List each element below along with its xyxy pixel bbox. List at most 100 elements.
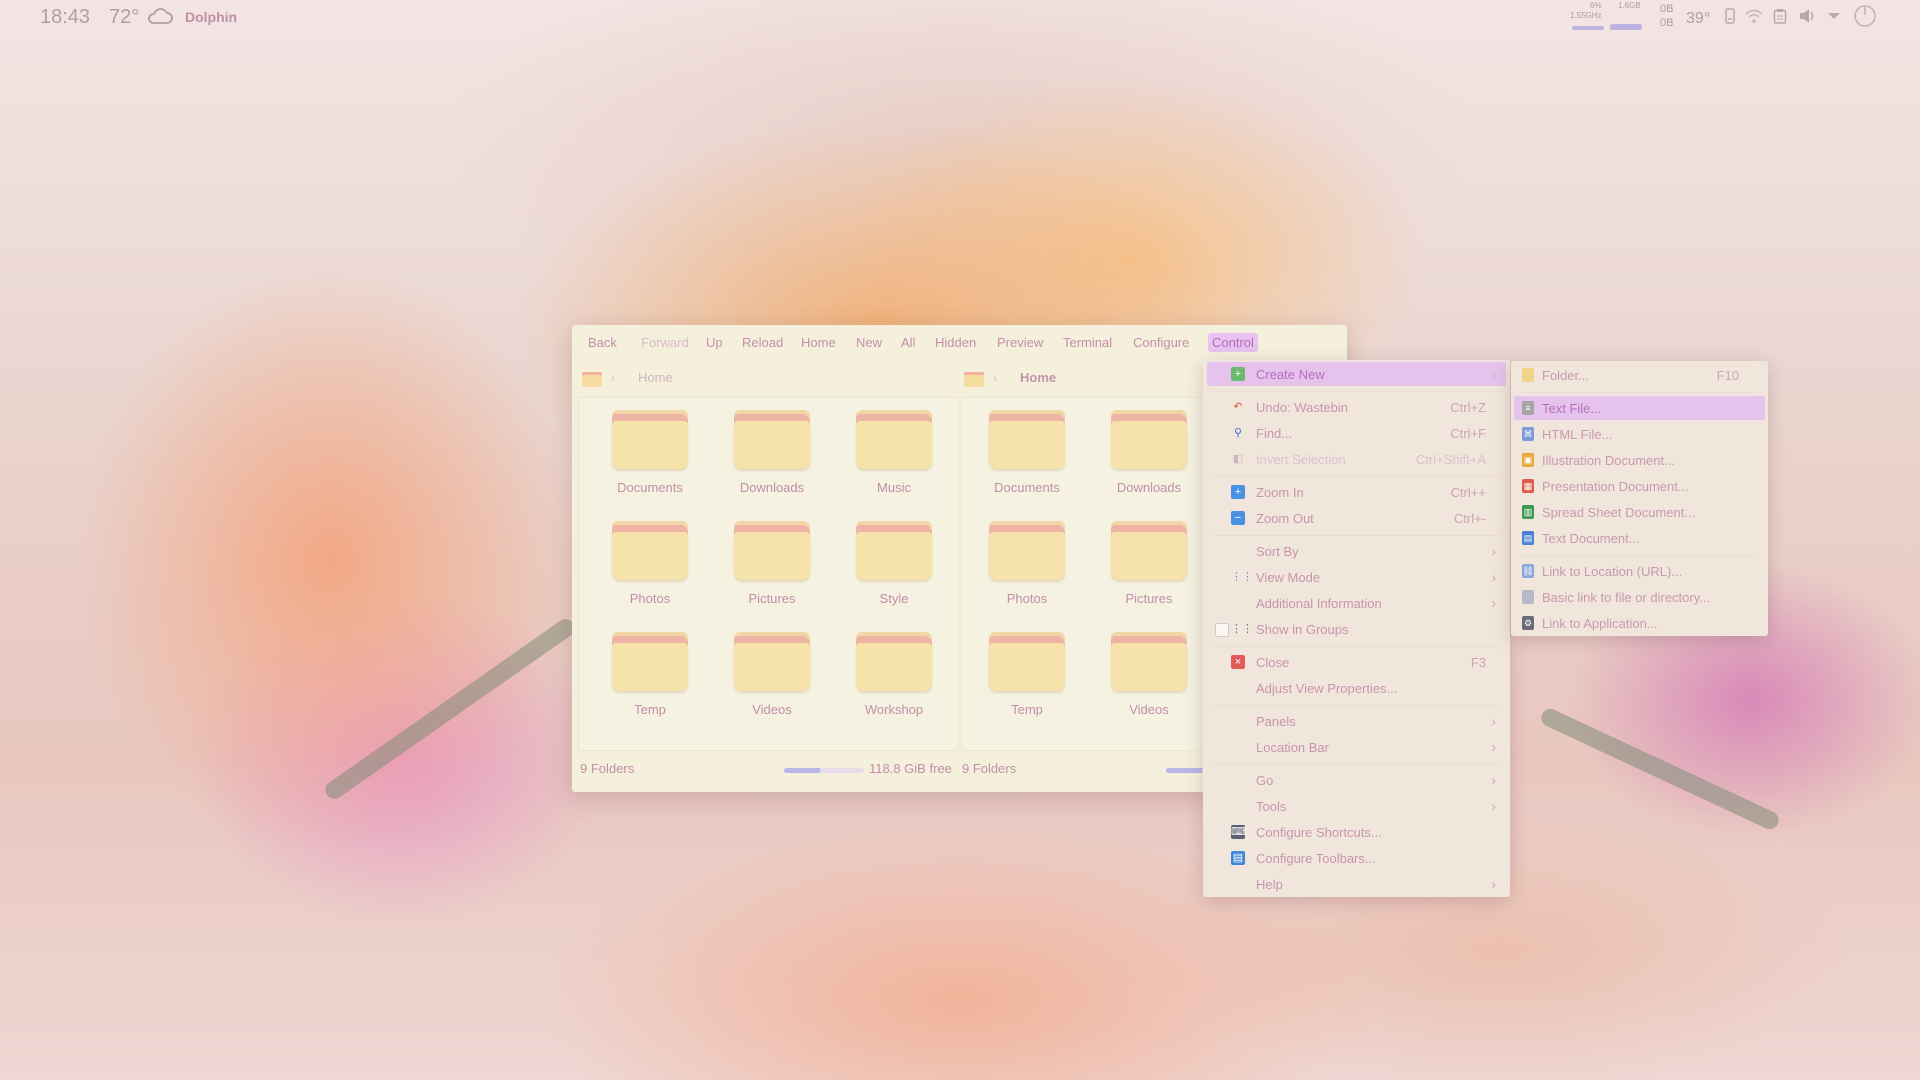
menu-item-label: Invert Selection	[1256, 452, 1346, 467]
menu-item-undo-wastebin[interactable]: ↶ Undo: Wastebin Ctrl+Z	[1207, 395, 1506, 419]
menu-item-zoom-in[interactable]: + Zoom In Ctrl++	[1207, 480, 1506, 504]
home-button[interactable]: Home	[797, 333, 840, 352]
menu-item-help[interactable]: Help ›	[1207, 872, 1506, 896]
folder-item[interactable]: Downloads	[1094, 410, 1204, 495]
show-groups-checkbox[interactable]	[1215, 623, 1229, 637]
preview-button[interactable]: Preview	[993, 333, 1047, 352]
folder-item[interactable]: Temp	[972, 632, 1082, 717]
up-button[interactable]: Up	[702, 333, 727, 352]
folder-item[interactable]: Photos	[972, 521, 1082, 606]
forward-button[interactable]: Forward	[637, 333, 693, 352]
menu-item-configure-shortcuts[interactable]: ⌨ Configure Shortcuts...	[1207, 820, 1506, 844]
create-new-icon: +	[1231, 367, 1245, 381]
clock[interactable]: 18:43	[40, 6, 90, 29]
menu-item-label: Additional Information	[1256, 596, 1382, 611]
create-new-item-illustration-document[interactable]: ▣ Illustration Document...	[1514, 448, 1765, 472]
reload-button[interactable]: Reload	[738, 333, 787, 352]
folder-item[interactable]: Documents	[972, 410, 1082, 495]
system-monitor[interactable]: 6% 1.55GHz 1.6GB	[1568, 0, 1668, 34]
folder-icon	[1111, 410, 1187, 469]
menu-item-shortcut: Ctrl+F	[1450, 426, 1486, 441]
main-toolbar: Back Forward Up Reload Home New All Hidd…	[572, 325, 1347, 359]
create-new-item-basic-link-to-file-or-directory[interactable]: ◌ Basic link to file or directory...	[1514, 585, 1765, 609]
create-new-item-spread-sheet-document[interactable]: ▥ Spread Sheet Document...	[1514, 500, 1765, 524]
menu-item-adjust-view-properties[interactable]: Adjust View Properties...	[1207, 676, 1506, 700]
new-button[interactable]: New	[852, 333, 886, 352]
hidden-button[interactable]: Hidden	[931, 333, 980, 352]
volume-icon[interactable]	[1799, 8, 1817, 27]
zoom-in-icon: +	[1231, 485, 1245, 499]
active-app-name[interactable]: Dolphin	[185, 9, 237, 25]
folder-label: Photos	[629, 591, 671, 606]
folder-item[interactable]: Videos	[717, 632, 827, 717]
chevron-down-icon[interactable]	[1827, 8, 1841, 27]
create-new-item-text-document[interactable]: ▤ Text Document...	[1514, 526, 1765, 550]
menu-item-zoom-out[interactable]: − Zoom Out Ctrl+-	[1207, 506, 1506, 530]
weather-temp[interactable]: 72°	[109, 6, 139, 29]
clipboard-icon[interactable]	[1773, 8, 1787, 27]
create-new-item-link-to-application[interactable]: ⚙ Link to Application...	[1514, 611, 1765, 635]
menu-item-additional-information[interactable]: Additional Information ›	[1207, 591, 1506, 615]
menu-item-create-new[interactable]: + Create New ›	[1207, 362, 1506, 386]
folder-item[interactable]: Style	[839, 521, 949, 606]
create-new-item-text-file[interactable]: ≡ Text File...	[1514, 396, 1765, 420]
folder-item[interactable]: Temp	[595, 632, 705, 717]
folder-icon	[856, 521, 932, 580]
menu-item-tools[interactable]: Tools ›	[1207, 794, 1506, 818]
free-space-fill	[1166, 768, 1202, 773]
chevron-right-icon: ›	[1491, 713, 1496, 729]
menu-item-show-in-groups[interactable]: ⋮⋮ Show in Groups	[1207, 617, 1506, 641]
menu-separator	[1213, 535, 1500, 536]
all-button[interactable]: All	[897, 333, 919, 352]
cpu-temperature[interactable]: 39°	[1686, 10, 1710, 28]
create-new-item-folder[interactable]: Folder... F10	[1514, 363, 1765, 387]
html-file-icon: ⌘	[1522, 427, 1534, 441]
menu-item-find[interactable]: ⚲ Find... Ctrl+F	[1207, 421, 1506, 445]
configure-button[interactable]: Configure	[1129, 333, 1193, 352]
menu-item-view-mode[interactable]: ⋮⋮ View Mode ›	[1207, 565, 1506, 589]
menu-item-label: View Mode	[1256, 570, 1321, 585]
folder-item[interactable]: Pictures	[717, 521, 827, 606]
folder-item[interactable]: Pictures	[1094, 521, 1204, 606]
back-button[interactable]: Back	[584, 333, 621, 352]
menu-item-close[interactable]: × Close F3	[1207, 650, 1506, 674]
folder-icon	[1111, 521, 1187, 580]
menu-item-invert-selection[interactable]: ◧ Invert Selection Ctrl+Shift+A	[1207, 447, 1506, 471]
terminal-button[interactable]: Terminal	[1059, 333, 1116, 352]
memory-usage: 1.6GB	[1618, 1, 1641, 10]
top-panel: 18:43 72° Dolphin 6% 1.55GHz 1.6GB 0B 0B…	[0, 0, 1920, 34]
menu-item-sort-by[interactable]: Sort By ›	[1207, 539, 1506, 563]
folder-label: Music	[877, 480, 911, 495]
folder-item[interactable]: Documents	[595, 410, 705, 495]
menu-item-location-bar[interactable]: Location Bar ›	[1207, 735, 1506, 759]
power-icon[interactable]	[1853, 4, 1877, 31]
toolbar-icon: ▤	[1231, 851, 1245, 865]
phone-icon[interactable]	[1724, 8, 1736, 27]
wallpaper-stem	[1538, 705, 1782, 833]
folder-item[interactable]: Downloads	[717, 410, 827, 495]
create-new-item-presentation-document[interactable]: ▦ Presentation Document...	[1514, 474, 1765, 498]
menu-item-configure-toolbars[interactable]: ▤ Configure Toolbars...	[1207, 846, 1506, 870]
location-folder-icon[interactable]	[582, 372, 602, 387]
folder-icon	[612, 632, 688, 691]
menu-item-go[interactable]: Go ›	[1207, 768, 1506, 792]
folder-item[interactable]: Photos	[595, 521, 705, 606]
menu-item-panels[interactable]: Panels ›	[1207, 709, 1506, 733]
menu-item-shortcut: F10	[1716, 368, 1739, 383]
folder-item[interactable]: Workshop	[839, 632, 949, 717]
menu-item-label: Help	[1256, 877, 1283, 892]
location-folder-icon[interactable]	[964, 372, 984, 387]
breadcrumb-home[interactable]: Home	[1020, 370, 1056, 385]
folder-item[interactable]: Music	[839, 410, 949, 495]
create-new-item-html-file[interactable]: ⌘ HTML File...	[1514, 422, 1765, 446]
folder-icon	[612, 410, 688, 469]
control-button[interactable]: Control	[1208, 333, 1258, 352]
menu-item-shortcut: F3	[1470, 655, 1486, 670]
wifi-icon[interactable]	[1745, 8, 1763, 27]
create-new-item-link-to-location-url[interactable]: ⛓ Link to Location (URL)...	[1514, 559, 1765, 583]
breadcrumb-home[interactable]: Home	[638, 370, 673, 385]
left-view-pane[interactable]: Documents Downloads Music Photos Picture…	[578, 397, 959, 751]
folder-item[interactable]: Videos	[1094, 632, 1204, 717]
chevron-right-icon: ›	[1491, 876, 1496, 892]
text-doc-icon: ▤	[1522, 531, 1534, 545]
